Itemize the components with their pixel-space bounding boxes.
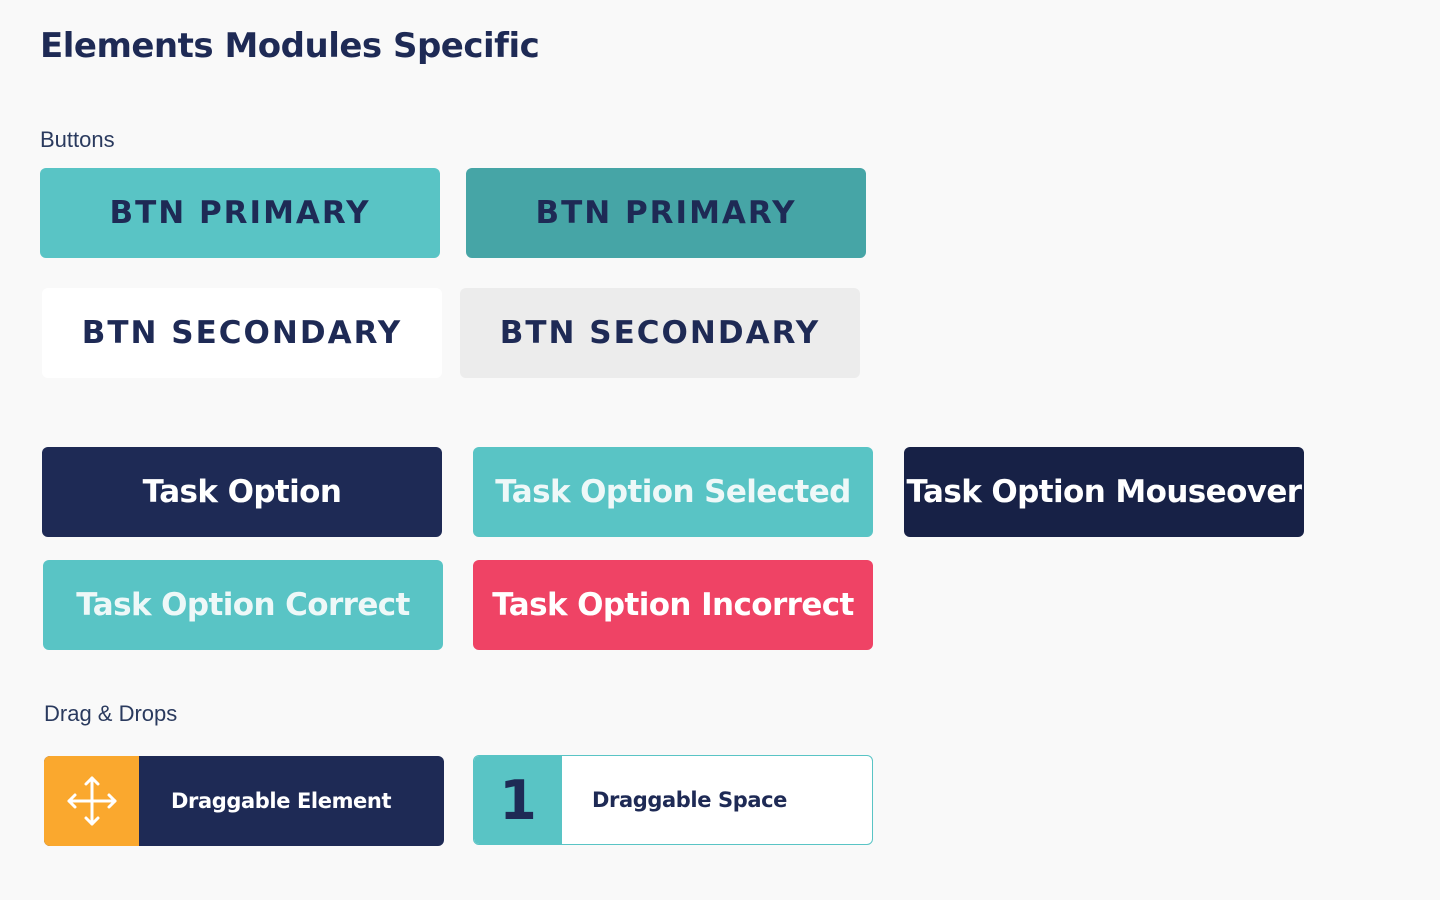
btn-primary-hover[interactable]: BTN PRIMARY [466,168,866,258]
task-option-mouseover[interactable]: Task Option Mouseover [904,447,1304,537]
drop-space-number-box: 1 [474,756,562,844]
draggable-element-label: Draggable Element [171,789,392,813]
btn-primary[interactable]: BTN PRIMARY [40,168,440,258]
page-title: Elements Modules Specific [40,26,540,66]
drag-drops-section-label: Drag & Drops [44,701,178,726]
btn-secondary[interactable]: BTN SECONDARY [42,288,442,378]
draggable-space[interactable]: 1 Draggable Space [473,755,873,845]
move-arrows-icon [67,776,116,826]
draggable-space-label: Draggable Space [592,788,787,812]
task-option-selected[interactable]: Task Option Selected [473,447,873,537]
task-option-incorrect[interactable]: Task Option Incorrect [473,560,873,650]
task-option[interactable]: Task Option [42,447,442,537]
drop-space-number: 1 [499,768,537,832]
task-option-correct[interactable]: Task Option Correct [43,560,443,650]
drag-handle[interactable] [44,756,139,846]
buttons-section-label: Buttons [40,127,115,152]
draggable-element[interactable]: Draggable Element [44,756,444,846]
btn-secondary-hover[interactable]: BTN SECONDARY [460,288,860,378]
